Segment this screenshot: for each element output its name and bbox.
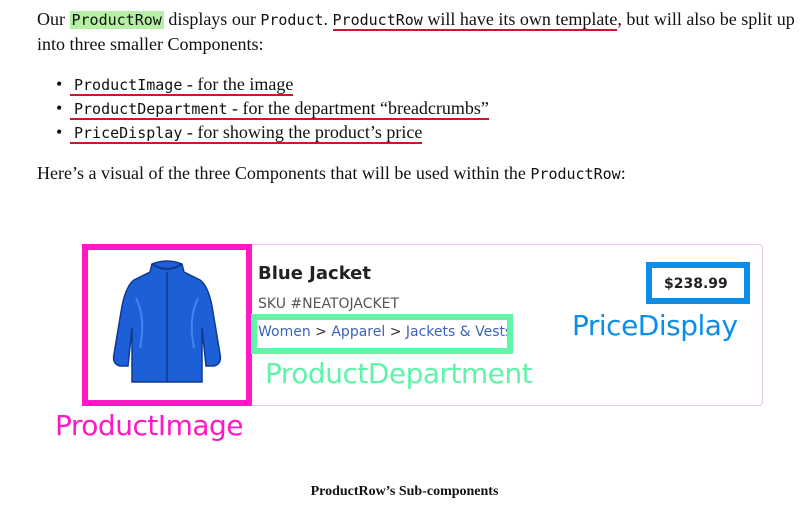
list-item-text: PriceDisplay - for showing the product’s…	[70, 122, 423, 144]
text: Here’s a visual of the three Components …	[37, 163, 531, 183]
visual-paragraph: Here’s a visual of the three Components …	[37, 161, 797, 186]
product-title: Blue Jacket	[258, 263, 371, 284]
label-pricedisplay: PriceDisplay	[572, 309, 738, 342]
bullet: •	[56, 74, 63, 94]
bullet: •	[56, 122, 63, 142]
figure-caption: ProductRow’s Sub-components	[310, 484, 499, 499]
code-productrow: ProductRow	[69, 11, 164, 29]
list-item: • ProductDepartment - for the department …	[56, 96, 489, 120]
text: - for the image	[182, 74, 294, 94]
label-productdepartment: ProductDepartment	[265, 357, 533, 390]
product-image-box	[82, 244, 252, 406]
list-item: • ProductImage - for the image	[56, 72, 489, 96]
text: Our	[37, 9, 70, 29]
code-pricedisplay: PriceDisplay	[74, 124, 183, 142]
list-item-text: ProductDepartment - for the department “…	[70, 98, 489, 120]
text: - for showing the product’s price	[182, 122, 423, 142]
component-list: • ProductImage - for the image • ProductDe…	[56, 72, 489, 144]
text: - for the department “breadcrumbs”	[227, 98, 489, 118]
text: .	[323, 9, 333, 29]
list-item-text: ProductImage - for the image	[70, 74, 294, 96]
price-value: $238.99	[664, 276, 728, 292]
product-department-box	[251, 314, 513, 354]
text: displays our	[163, 9, 261, 29]
product-sku: SKU #NEATOJACKET	[258, 296, 400, 312]
code-productimage: ProductImage	[74, 76, 183, 94]
code-product: Product	[260, 11, 324, 29]
intro-paragraph: Our ProductRow displays our Product. Pro…	[37, 7, 797, 56]
text: will have its own template	[422, 9, 618, 29]
bullet: •	[56, 98, 63, 118]
code-productrow: ProductRow	[530, 165, 621, 183]
code-productrow: ProductRow	[332, 11, 423, 29]
code-productdepartment: ProductDepartment	[74, 100, 228, 118]
label-productimage: ProductImage	[55, 409, 244, 442]
underlined-sentence: ProductRow will have its own template	[332, 9, 618, 31]
text: :	[620, 163, 626, 183]
list-item: • PriceDisplay - for showing the product’…	[56, 120, 489, 144]
